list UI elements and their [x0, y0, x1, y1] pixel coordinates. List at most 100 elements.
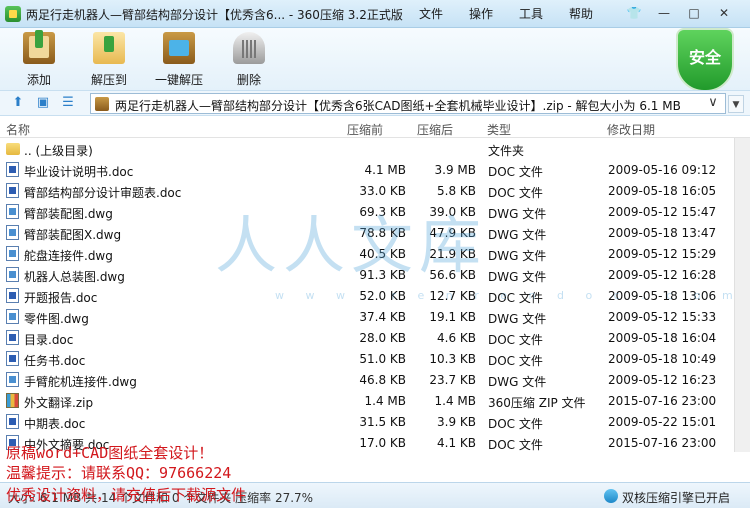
file-packed-size: 51.0 KB — [359, 352, 406, 366]
file-type: DOC 文件 — [488, 165, 543, 179]
delete-button[interactable]: 删除 — [217, 30, 281, 88]
file-row[interactable]: 臂部结构部分设计审题表.doc 33.0 KB 5.8 KB DOC 文件 2009-0… — [0, 180, 734, 201]
trash-can-icon — [233, 32, 265, 64]
file-type: DWG 文件 — [488, 270, 547, 284]
file-type: 文件夹 — [488, 144, 525, 158]
column-size[interactable]: 压缩后 — [417, 121, 453, 138]
dwg-file-icon — [6, 246, 19, 261]
extract-folder-icon — [93, 32, 125, 64]
one-click-extract-button[interactable]: 一键解压 — [147, 30, 211, 88]
minimize-icon[interactable]: — — [656, 5, 672, 21]
delete-label: 删除 — [236, 73, 261, 87]
file-name: .. (上级目录) — [24, 144, 93, 158]
app-logo-icon — [5, 6, 21, 22]
list-view-icon[interactable]: ☰ — [60, 95, 76, 111]
file-packed-size: 91.3 KB — [359, 268, 406, 282]
file-type: DOC 文件 — [488, 417, 543, 431]
file-row[interactable]: 臂部装配图X.dwg 78.8 KB 47.9 KB DWG 文件 2009-05-18… — [0, 222, 734, 243]
skin-shirt-icon[interactable]: 👕 — [626, 5, 642, 21]
file-name: 外文翻译.zip — [24, 396, 94, 410]
menu-file[interactable]: 文件 — [419, 5, 443, 22]
doc-file-icon — [6, 162, 19, 177]
file-compressed-size: 12.7 KB — [429, 289, 476, 303]
doc-file-icon — [6, 183, 19, 198]
dropdown-arrow-icon[interactable]: ▼ — [728, 95, 744, 113]
file-row[interactable]: 中期表.doc 31.5 KB 3.9 KB DOC 文件 2009-05-22 15:… — [0, 411, 734, 432]
file-row[interactable]: 零件图.dwg 37.4 KB 19.1 KB DWG 文件 2009-05-12 15… — [0, 306, 734, 327]
file-name: 手臂舵机连接件.dwg — [24, 375, 137, 389]
file-type: DWG 文件 — [488, 228, 547, 242]
archive-path-field[interactable]: 两足行走机器人—臂部结构部分设计【优秀含6张CAD图纸+全套机械毕业设计】.zi… — [90, 93, 726, 114]
title-bar: 两足行走机器人—臂部结构部分设计【优秀含6... - 360压缩 3.2正式版 … — [0, 0, 750, 28]
file-packed-size: 28.0 KB — [359, 331, 406, 345]
file-row[interactable]: 手臂舵机连接件.dwg 46.8 KB 23.7 KB DWG 文件 2009-05-1… — [0, 369, 734, 390]
file-compressed-size: 4.6 KB — [437, 331, 476, 345]
file-list: .. (上级目录) 文件夹 毕业设计说明书.doc 4.1 MB 3.9 MB DOC 文… — [0, 138, 734, 452]
file-type: DWG 文件 — [488, 207, 547, 221]
thumbnail-view-icon[interactable]: ▣ — [35, 95, 51, 111]
file-type: DOC 文件 — [488, 291, 543, 305]
file-type: DOC 文件 — [488, 186, 543, 200]
column-modified[interactable]: 修改日期 — [607, 121, 655, 138]
overlay-line-3: 优秀设计资料，请充值后下载源文件 — [6, 486, 247, 504]
chevron-down-icon[interactable]: ∨ — [704, 93, 722, 113]
vertical-scrollbar[interactable] — [734, 138, 750, 452]
one-click-extract-label: 一键解压 — [154, 73, 203, 87]
engine-status: 双核压缩引擎已开启 — [622, 491, 731, 505]
zip-file-icon — [6, 393, 19, 408]
file-modified: 2015-07-16 23:00 — [608, 394, 717, 408]
file-packed-size: 17.0 KB — [359, 436, 406, 450]
up-arrow-icon[interactable]: ⬆ — [10, 95, 26, 111]
file-type: DWG 文件 — [488, 249, 547, 263]
file-name: 臂部装配图X.dwg — [24, 228, 122, 242]
close-icon[interactable]: ✕ — [716, 5, 732, 21]
menu-tools[interactable]: 工具 — [519, 5, 543, 22]
file-modified: 2009-05-18 13:47 — [608, 226, 717, 240]
column-type[interactable]: 类型 — [487, 121, 511, 138]
file-row[interactable]: 外文翻译.zip 1.4 MB 1.4 MB 360压缩 ZIP 文件 2015-07-… — [0, 390, 734, 411]
doc-file-icon — [6, 288, 19, 303]
file-row[interactable]: 臂部装配图.dwg 69.3 KB 39.0 KB DWG 文件 2009-05-12 … — [0, 201, 734, 222]
file-modified: 2009-05-18 13:06 — [608, 289, 717, 303]
file-packed-size: 52.0 KB — [359, 289, 406, 303]
file-modified: 2009-05-12 16:23 — [608, 373, 717, 387]
menu-help[interactable]: 帮助 — [569, 5, 593, 22]
column-name[interactable]: 名称 — [6, 121, 30, 138]
file-modified: 2009-05-18 16:04 — [608, 331, 717, 345]
file-row[interactable]: 任务书.doc 51.0 KB 10.3 KB DOC 文件 2009-05-18 10… — [0, 348, 734, 369]
window-title: 两足行走机器人—臂部结构部分设计【优秀含6... - 360压缩 3.2正式版 — [26, 8, 403, 22]
archive-add-icon — [23, 30, 55, 64]
file-row[interactable]: 开题报告.doc 52.0 KB 12.7 KB DOC 文件 2009-05-18 1… — [0, 285, 734, 306]
file-name: 任务书.doc — [24, 354, 86, 368]
overlay-line-2: 温馨提示：请联系QQ：97666224 — [6, 464, 232, 482]
add-label: 添加 — [26, 73, 51, 87]
column-packed[interactable]: 压缩前 — [347, 121, 383, 138]
file-packed-size: 78.8 KB — [359, 226, 406, 240]
file-packed-size: 40.5 KB — [359, 247, 406, 261]
file-row[interactable]: 舵盘连接件.dwg 40.5 KB 21.9 KB DWG 文件 2009-05-12 … — [0, 243, 734, 264]
extract-to-button[interactable]: 解压到 — [77, 30, 141, 88]
file-modified: 2009-05-12 15:29 — [608, 247, 717, 261]
file-modified: 2009-05-22 15:01 — [608, 415, 717, 429]
menu-operation[interactable]: 操作 — [469, 5, 493, 22]
archive-path-text: 两足行走机器人—臂部结构部分设计【优秀含6张CAD图纸+全套机械毕业设计】.zi… — [115, 99, 681, 113]
file-type: DOC 文件 — [488, 333, 543, 347]
file-row[interactable]: 目录.doc 28.0 KB 4.6 KB DOC 文件 2009-05-18 16:0… — [0, 327, 734, 348]
file-compressed-size: 1.4 MB — [434, 394, 476, 408]
dwg-file-icon — [6, 267, 19, 282]
file-compressed-size: 4.1 KB — [437, 436, 476, 450]
file-modified: 2009-05-16 09:12 — [608, 163, 717, 177]
file-name: 零件图.dwg — [24, 312, 89, 326]
add-button[interactable]: 添加 — [7, 30, 71, 88]
overlay-line-1: 原稿word+CAD图纸全套设计！ — [6, 444, 214, 462]
file-compressed-size: 3.9 KB — [437, 415, 476, 429]
file-row[interactable]: 毕业设计说明书.doc 4.1 MB 3.9 MB DOC 文件 2009-05-16 … — [0, 159, 734, 180]
maximize-icon[interactable]: □ — [686, 5, 702, 21]
file-compressed-size: 21.9 KB — [429, 247, 476, 261]
security-shield-badge[interactable]: 安全 — [676, 28, 734, 92]
file-row[interactable]: .. (上级目录) 文件夹 — [0, 138, 734, 159]
file-modified: 2009-05-12 15:33 — [608, 310, 717, 324]
file-modified: 2009-05-18 10:49 — [608, 352, 717, 366]
file-row[interactable]: 机器人总装图.dwg 91.3 KB 56.6 KB DWG 文件 2009-05-12… — [0, 264, 734, 285]
dual-core-engine-icon — [604, 489, 618, 503]
